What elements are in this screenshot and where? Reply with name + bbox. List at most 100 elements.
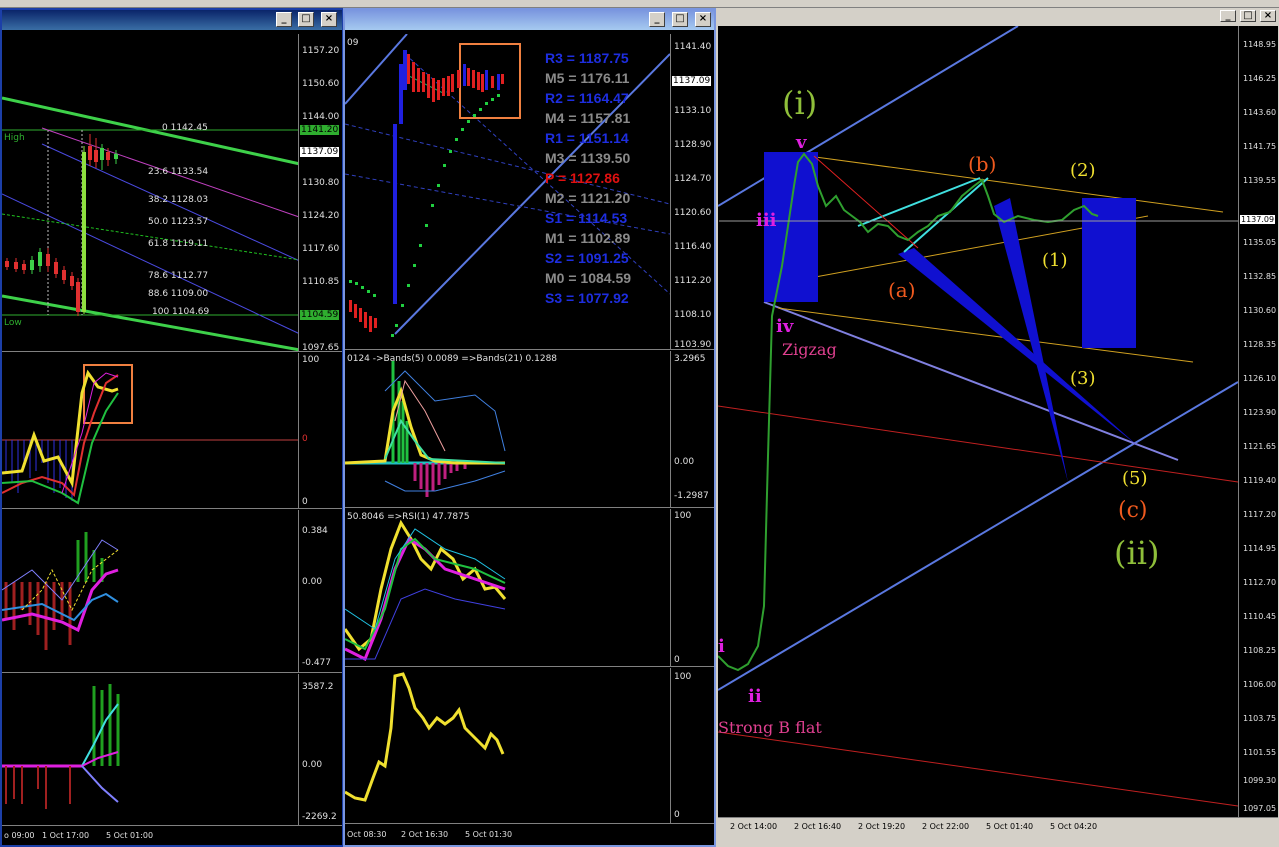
price-label: 1114.95 (1243, 544, 1277, 553)
current-price-tag: 1137.09 (1240, 215, 1276, 224)
middle-window-titlebar[interactable]: _ □ × (345, 10, 714, 30)
middle-oscillator-3[interactable]: 100 0 (345, 668, 714, 824)
minimize-icon[interactable]: _ (649, 12, 665, 27)
fib-level-0: 0 1142.45 (162, 123, 208, 133)
osc1-header: 0124 ->Bands(5) 0.0089 =>Bands(21) 0.128… (347, 354, 558, 364)
trend-line-upper (2, 96, 301, 166)
price-label: 1139.55 (1243, 176, 1277, 185)
pivot-s3: S3 = 1077.92 (545, 290, 629, 306)
price-label: 1148.95 (1243, 40, 1277, 49)
time-label: 5 Oct 01:40 (986, 822, 1034, 831)
left-oscillator-3[interactable]: 3587.2 0.00 -2269.2 (2, 674, 342, 826)
pivot-m5: M5 = 1176.11 (545, 70, 630, 86)
fib-level-3: 50.0 1123.57 (148, 217, 209, 227)
price-label: 1135.05 (1243, 238, 1277, 247)
wave-label-a: (a) (888, 278, 916, 302)
price-label: 1141.75 (1243, 142, 1277, 151)
left-osc3-axis: 3587.2 0.00 -2269.2 (298, 674, 342, 825)
left-window-titlebar[interactable]: _ □ × (2, 10, 342, 30)
close-icon[interactable]: × (321, 12, 337, 27)
chart-corner-label: 09 (347, 38, 359, 48)
fib-level-7: 100 1104.69 (152, 307, 210, 317)
fib-level-5: 78.6 1112.77 (148, 271, 209, 281)
middle-chart-window[interactable]: _ □ × 09 R3 = 1187.75 M5 = 1176.11 R2 = … (343, 8, 716, 847)
price-label: 1123.90 (1243, 408, 1277, 417)
current-price-tag: 1137.09 (672, 76, 712, 86)
left-oscillator-2[interactable]: 0.384 0.00 -0.477 (2, 510, 342, 673)
price-label: 1121.65 (1243, 442, 1277, 451)
right-price-pane[interactable]: (i) (ii) v iii iv i ii Zigzag Strong B f… (718, 26, 1278, 818)
left-chart-window[interactable]: _ □ × 0 1142.45 23.6 1133.54 38.2 1128.0… (0, 8, 344, 847)
price-label: 1132.85 (1243, 272, 1277, 281)
time-label: 2 Oct 16:40 (794, 822, 842, 831)
left-osc3-plot (2, 684, 120, 809)
axis-label: 0.384 (302, 526, 328, 536)
left-time-axis: o 09:00 1 Oct 17:00 5 Oct 01:00 (2, 827, 342, 845)
pivot-s1: S1 = 1114.53 (545, 210, 628, 226)
close-icon[interactable]: × (1260, 10, 1276, 22)
middle-osc1-plot (345, 361, 506, 497)
right-window-titlebar[interactable]: _ □ × (718, 10, 1277, 24)
osc2-header: 50.8046 =>RSI(1) 47.7875 (347, 512, 470, 522)
minimize-icon[interactable]: _ (1220, 10, 1236, 22)
pivot-m4: M4 = 1157.81 (545, 110, 631, 126)
time-label: 2 Oct 14:00 (730, 822, 778, 831)
price-label: 1144.00 (302, 112, 340, 122)
left-osc2-axis: 0.384 0.00 -0.477 (298, 510, 342, 672)
wave-label-5: (5) (1122, 468, 1148, 489)
price-label: 1110.85 (302, 277, 340, 287)
price-label: 1157.20 (302, 46, 340, 56)
wave-label-iii: iii (756, 210, 777, 231)
wave-label-3: (3) (1070, 368, 1096, 389)
axis-label: 0.00 (302, 760, 323, 770)
price-label: 1146.25 (1243, 74, 1277, 83)
fib-level-6: 88.6 1109.00 (148, 289, 209, 299)
left-oscillator-1[interactable]: 100 0 0 (2, 353, 342, 509)
trend-line-lower (2, 294, 301, 351)
price-label: 1128.90 (674, 140, 712, 150)
left-osc2-plot (2, 532, 119, 650)
pivot-r2: R2 = 1164.47 (545, 90, 629, 106)
high-price-tag: 1141.20 (300, 125, 340, 135)
left-price-axis: 1157.20 1150.60 1144.00 1130.80 1124.20 … (298, 34, 342, 351)
zigzag-label: Zigzag (782, 340, 837, 359)
restore-icon[interactable]: □ (1240, 10, 1256, 22)
right-price-axis: 1148.95 1146.25 1143.60 1141.75 1139.55 … (1238, 26, 1278, 817)
left-osc1-axis: 100 0 0 (298, 353, 342, 508)
maximize-icon[interactable]: □ (298, 12, 314, 27)
pivot-m1: M1 = 1102.89 (545, 230, 631, 246)
wave-label-1: (1) (1042, 250, 1068, 271)
maximize-icon[interactable]: □ (672, 12, 688, 27)
close-icon[interactable]: × (695, 12, 711, 27)
price-label: 1101.55 (1243, 748, 1277, 757)
minimize-icon[interactable]: _ (276, 12, 292, 27)
middle-oscillator-2[interactable]: 50.8046 =>RSI(1) 47.7875 100 0 (345, 509, 714, 667)
strong-b-flat-label: Strong B flat (718, 718, 822, 737)
price-label: 1117.60 (302, 244, 340, 254)
wave-label-iv: iv (776, 316, 794, 337)
price-label: 1106.00 (1243, 680, 1277, 689)
pivot-m3: M3 = 1139.50 (545, 150, 631, 166)
left-price-pane[interactable]: 0 1142.45 23.6 1133.54 38.2 1128.03 50.0… (2, 34, 342, 352)
axis-label: 0 (674, 810, 680, 820)
fib-level-1: 23.6 1133.54 (148, 167, 209, 177)
middle-oscillator-1[interactable]: 0124 ->Bands(5) 0.0089 =>Bands(21) 0.128… (345, 351, 714, 508)
time-label: o 09:00 (4, 831, 35, 840)
price-label: 1130.80 (302, 178, 340, 188)
price-label: 1112.70 (1243, 578, 1277, 587)
right-time-axis: 2 Oct 14:00 2 Oct 16:40 2 Oct 19:20 2 Oc… (718, 818, 1278, 845)
price-label: 1126.10 (1243, 374, 1277, 383)
axis-label: 100 (302, 355, 320, 365)
price-label: 1097.05 (1243, 804, 1277, 813)
price-label: 1119.40 (1243, 476, 1277, 485)
middle-price-pane[interactable]: 09 R3 = 1187.75 M5 = 1176.11 R2 = 1164.4… (345, 34, 714, 350)
pivot-m0: M0 = 1084.59 (545, 270, 632, 286)
time-label: Oct 08:30 (347, 830, 387, 839)
wave-label-v: v (796, 132, 807, 153)
time-label: 5 Oct 01:00 (106, 831, 154, 840)
middle-osc3-plot (345, 672, 505, 802)
right-chart-window[interactable]: _ □ × (i) (ii) v iii iv i ii Zigzag Stro… (716, 8, 1279, 847)
wave-label-i-small: i (718, 636, 725, 657)
axis-label: 0 (302, 434, 308, 444)
axis-label: -0.477 (302, 658, 332, 668)
